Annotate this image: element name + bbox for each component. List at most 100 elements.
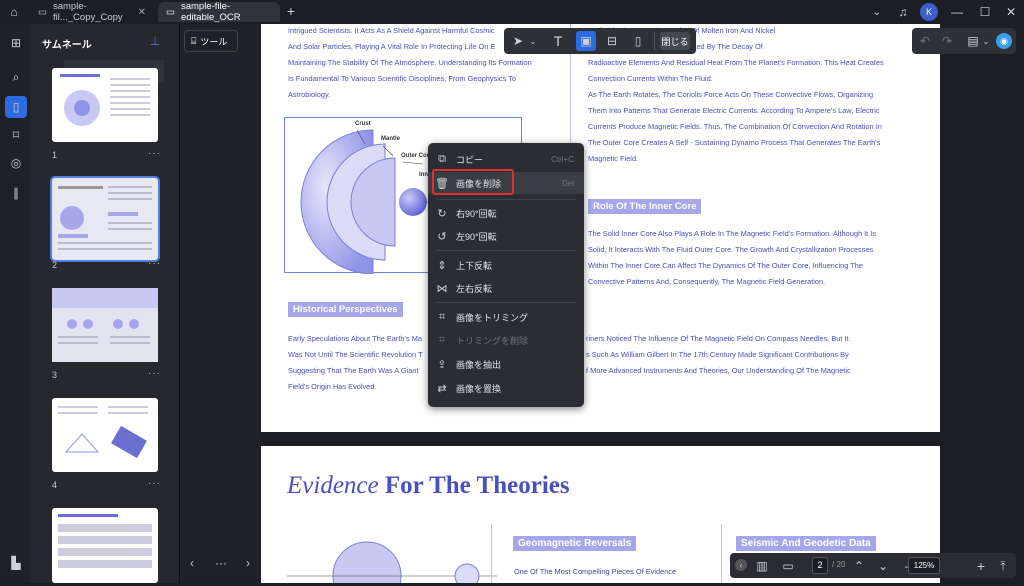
text-line[interactable]: Intrigued Scientists. It Acts As A Shiel… bbox=[288, 24, 532, 39]
close-button[interactable]: 閉じる bbox=[660, 32, 690, 50]
chevron-down-icon[interactable]: ⌄ bbox=[870, 4, 884, 20]
pin-icon[interactable]: ⊥ bbox=[148, 34, 162, 48]
text-line[interactable]: f More Advanced Instruments And Theories… bbox=[586, 363, 851, 379]
menu-flip-horizontal[interactable]: ⋈ 左右反転 bbox=[428, 277, 584, 299]
avatar[interactable]: K bbox=[920, 3, 938, 21]
title-bar: ⌂ ▭ sample-fil..._Copy_Copy ✕ ▭ sample-file… bbox=[0, 0, 1024, 24]
chevron-right-icon[interactable]: › bbox=[242, 556, 254, 570]
more-icon[interactable]: ··· bbox=[148, 368, 161, 379]
text-line[interactable]: Solid, It Interacts With The Fluid Outer… bbox=[588, 242, 876, 258]
tools-button[interactable]: ⌸ ツール bbox=[184, 30, 238, 52]
presentation-icon[interactable]: ▭ bbox=[780, 558, 796, 574]
tab-1[interactable]: ▭ sample-fil..._Copy_Copy ✕ bbox=[30, 1, 154, 23]
fit-page-icon[interactable]: ⤒ bbox=[996, 558, 1010, 574]
chevron-left-icon[interactable]: ‹ bbox=[186, 556, 198, 570]
text-line[interactable]: Field's Origin Has Evolved. bbox=[288, 379, 423, 395]
section-heading[interactable]: Seismic And Geodetic Data bbox=[736, 536, 876, 551]
menu-remove-crop[interactable]: ⌗ トリミングを削除 bbox=[428, 329, 584, 351]
more-icon[interactable]: ··· bbox=[148, 258, 161, 269]
maximize-icon[interactable]: ☐ bbox=[978, 4, 992, 20]
menu-rotate-right[interactable]: ↻ 右90°回転 bbox=[428, 202, 584, 224]
text-line[interactable]: As The Earth Rotates, The Coriolis Force… bbox=[588, 87, 884, 103]
thumbnail-icon[interactable]: ▯ bbox=[5, 96, 27, 118]
text-line[interactable]: Suggesting That The Earth Was A Giant bbox=[288, 363, 423, 379]
chevron-down-icon[interactable]: ⌄ bbox=[876, 558, 890, 574]
chevron-down-icon[interactable]: ⌄ bbox=[528, 31, 538, 51]
chevron-up-icon[interactable]: ⌃ bbox=[852, 558, 866, 574]
text-line[interactable]: Them Into Patterns That Generate Electri… bbox=[588, 103, 884, 119]
thumbnail-page-3[interactable] bbox=[52, 288, 158, 362]
menu-replace-image[interactable]: ⇄ 画像を置換 bbox=[428, 377, 584, 399]
text-line[interactable]: Currents Produce Magnetic Fields. Thus, … bbox=[588, 119, 884, 135]
comment-icon[interactable]: ◎ bbox=[5, 152, 27, 174]
close-icon[interactable]: ✕ bbox=[138, 7, 146, 18]
save-icon[interactable]: ▤ bbox=[966, 33, 980, 49]
section-heading[interactable]: Historical Perspectives bbox=[288, 302, 403, 317]
attachment-icon[interactable]: ∥ bbox=[5, 182, 27, 204]
text-line[interactable]: Was Not Until The Scientific Revolution … bbox=[288, 347, 423, 363]
tab-2[interactable]: ▭ sample-file-editable_OCR bbox=[158, 1, 280, 23]
menu-label: コピー bbox=[456, 154, 484, 165]
logo-icon[interactable]: ▙ bbox=[5, 552, 27, 574]
zoom-in-icon[interactable]: + bbox=[974, 558, 988, 574]
thumbnail-page-2[interactable] bbox=[50, 176, 160, 262]
menu-copy[interactable]: ⧉ コピー Ctrl+C bbox=[428, 148, 584, 170]
menu-flip-vertical[interactable]: ⇕ 上下反転 bbox=[428, 254, 584, 276]
apps-icon[interactable]: ⊞ bbox=[5, 32, 27, 54]
text-line[interactable]: And Solar Particles, Playing A Vital Rol… bbox=[288, 39, 532, 55]
page-number-input[interactable]: 2 bbox=[812, 557, 828, 574]
text-line[interactable]: Early Speculations About The Earth's Ma bbox=[288, 331, 423, 347]
new-tab-icon[interactable]: + bbox=[284, 3, 298, 19]
more-icon[interactable]: ··· bbox=[214, 556, 228, 570]
text-line[interactable]: The Solid Inner Core Also Plays A Role I… bbox=[588, 226, 876, 242]
chevron-down-icon[interactable]: ⌄ bbox=[982, 33, 990, 49]
ai-assistant-icon[interactable]: ◉ bbox=[996, 33, 1012, 49]
page-preview bbox=[60, 74, 150, 126]
image-tool-icon[interactable]: ▣ bbox=[576, 31, 596, 51]
inner-core-paragraph: The Solid Inner Core Also Plays A Role I… bbox=[588, 226, 876, 290]
text-line[interactable]: Magnetic Field. bbox=[588, 151, 884, 167]
more-icon[interactable]: ··· bbox=[148, 148, 161, 159]
search-icon[interactable]: ⌕ bbox=[5, 66, 27, 88]
text-line[interactable]: Convective Patterns And, Consequently, T… bbox=[588, 274, 876, 290]
text-line[interactable]: Maintaining The Stability Of The Atmosph… bbox=[288, 55, 532, 71]
home-icon[interactable]: ⌂ bbox=[6, 4, 22, 20]
tab-doc-icon: ▭ bbox=[166, 6, 175, 18]
minimize-icon[interactable]: — bbox=[950, 4, 964, 20]
thumbnail-page-4[interactable] bbox=[52, 398, 158, 472]
page-preview bbox=[58, 406, 148, 459]
menu-label: 右90°回転 bbox=[456, 208, 497, 219]
thumbnail-page-5[interactable] bbox=[52, 508, 158, 583]
text-line[interactable]: Convection Currents Within The Fluid. bbox=[588, 71, 884, 87]
close-window-icon[interactable]: ✕ bbox=[1004, 4, 1018, 20]
menu-extract-image[interactable]: ⇪ 画像を抽出 bbox=[428, 353, 584, 375]
menu-rotate-left[interactable]: ↺ 左90°回転 bbox=[428, 225, 584, 247]
thumbnail-page-1[interactable] bbox=[52, 68, 158, 142]
text-line[interactable]: The Outer Core Creates A Self - Sustaini… bbox=[588, 135, 884, 151]
menu-crop-image[interactable]: ⌗ 画像をトリミング bbox=[428, 306, 584, 328]
more-icon[interactable]: ··· bbox=[148, 478, 161, 489]
select-tool-icon[interactable]: ➤ bbox=[508, 31, 528, 51]
section-heading[interactable]: Geomagnetic Reversals bbox=[513, 536, 637, 551]
bookmark-icon[interactable]: ⌑ bbox=[5, 124, 27, 146]
bell-icon[interactable]: ♫ bbox=[896, 4, 910, 20]
text-line[interactable]: Radioactive Elements And Residual Heat F… bbox=[588, 55, 884, 71]
section-heading[interactable]: Role Of The Inner Core bbox=[588, 199, 702, 214]
text-line[interactable]: Astrobiology. bbox=[288, 87, 532, 103]
page-number: 1 bbox=[52, 150, 58, 160]
watermark-tool-icon[interactable]: ▯ bbox=[628, 31, 648, 51]
text-line[interactable]: One Of The Most Compelling Pieces Of Evi… bbox=[514, 564, 676, 580]
page-layout-icon[interactable]: ▥ bbox=[754, 558, 770, 574]
zoom-input[interactable]: 125% bbox=[908, 557, 940, 574]
menu-label: 画像を抽出 bbox=[456, 359, 502, 370]
text-tool-icon[interactable]: T bbox=[548, 31, 568, 51]
text-line[interactable]: s Such As William Gilbert In The 17th Ce… bbox=[586, 347, 851, 363]
text-line[interactable]: Is Fundamental To Various Scientific Dis… bbox=[288, 71, 532, 87]
link-tool-icon[interactable]: ⊟ bbox=[602, 31, 622, 51]
collapse-icon[interactable]: ‹ bbox=[735, 559, 747, 571]
text-line[interactable]: Within The Inner Core Can Affect The Dyn… bbox=[588, 258, 876, 274]
redo-icon[interactable]: ↷ bbox=[940, 33, 954, 49]
undo-icon[interactable]: ↶ bbox=[918, 33, 932, 49]
text-line[interactable]: riners Noticed The Influence Of The Magn… bbox=[586, 331, 851, 347]
page-number: 4 bbox=[52, 480, 58, 490]
